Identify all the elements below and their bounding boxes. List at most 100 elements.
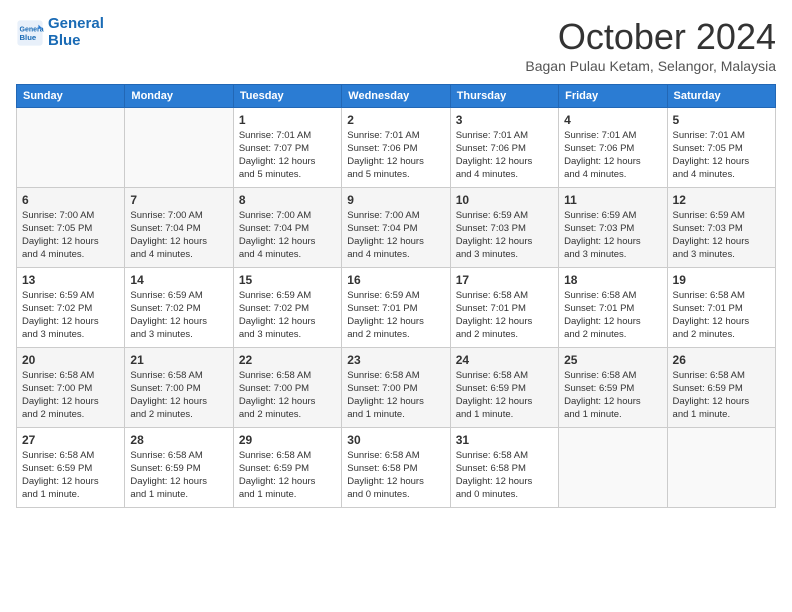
calendar-cell: 19Sunrise: 6:58 AMSunset: 7:01 PMDayligh… — [667, 268, 775, 348]
day-number: 29 — [239, 432, 336, 448]
cell-info-line: Sunset: 6:59 PM — [130, 463, 227, 476]
calendar-cell: 13Sunrise: 6:59 AMSunset: 7:02 PMDayligh… — [17, 268, 125, 348]
calendar-cell: 15Sunrise: 6:59 AMSunset: 7:02 PMDayligh… — [233, 268, 341, 348]
cell-info-line: Daylight: 12 hours — [239, 236, 336, 249]
title-area: October 2024 Bagan Pulau Ketam, Selangor… — [525, 16, 776, 74]
day-number: 27 — [22, 432, 119, 448]
cell-info-line: Sunrise: 6:58 AM — [347, 450, 444, 463]
cell-info-line: and 0 minutes. — [347, 489, 444, 502]
calendar-cell: 9Sunrise: 7:00 AMSunset: 7:04 PMDaylight… — [342, 188, 450, 268]
cell-info-line: Sunrise: 6:58 AM — [456, 450, 553, 463]
cell-info-line: Sunrise: 6:58 AM — [22, 450, 119, 463]
cell-info-line: Sunrise: 6:59 AM — [130, 290, 227, 303]
calendar-cell: 5Sunrise: 7:01 AMSunset: 7:05 PMDaylight… — [667, 108, 775, 188]
cell-info-line: Daylight: 12 hours — [347, 476, 444, 489]
cell-info-line: Sunrise: 6:58 AM — [673, 290, 770, 303]
cell-info-line: and 2 minutes. — [239, 409, 336, 422]
cell-info-line: Daylight: 12 hours — [239, 476, 336, 489]
cell-info-line: Daylight: 12 hours — [673, 156, 770, 169]
calendar-cell: 20Sunrise: 6:58 AMSunset: 7:00 PMDayligh… — [17, 348, 125, 428]
cell-info-line: Sunrise: 6:59 AM — [456, 210, 553, 223]
cell-info-line: Sunset: 6:59 PM — [564, 383, 661, 396]
cell-info-line: Sunset: 6:59 PM — [673, 383, 770, 396]
cell-info-line: and 4 minutes. — [239, 249, 336, 262]
cell-info-line: Sunset: 7:02 PM — [130, 303, 227, 316]
day-number: 8 — [239, 192, 336, 208]
cell-info-line: Daylight: 12 hours — [564, 156, 661, 169]
cell-info-line: Daylight: 12 hours — [130, 316, 227, 329]
cell-info-line: Daylight: 12 hours — [347, 396, 444, 409]
logo-text-blue: Blue — [48, 33, 104, 50]
cell-info-line: Sunrise: 7:00 AM — [347, 210, 444, 223]
cell-info-line: Sunset: 7:01 PM — [456, 303, 553, 316]
day-number: 11 — [564, 192, 661, 208]
cell-info-line: Daylight: 12 hours — [456, 236, 553, 249]
cell-info-line: Daylight: 12 hours — [239, 316, 336, 329]
day-number: 4 — [564, 112, 661, 128]
cell-info-line: Sunset: 7:04 PM — [239, 223, 336, 236]
calendar-cell: 18Sunrise: 6:58 AMSunset: 7:01 PMDayligh… — [559, 268, 667, 348]
cell-info-line: Daylight: 12 hours — [564, 236, 661, 249]
cell-info-line: Sunrise: 7:01 AM — [347, 130, 444, 143]
cell-info-line: Sunrise: 6:58 AM — [239, 450, 336, 463]
calendar-cell: 4Sunrise: 7:01 AMSunset: 7:06 PMDaylight… — [559, 108, 667, 188]
cell-info-line: Daylight: 12 hours — [456, 316, 553, 329]
cell-info-line: and 3 minutes. — [130, 329, 227, 342]
cell-info-line: Sunrise: 6:58 AM — [564, 290, 661, 303]
calendar-cell — [125, 108, 233, 188]
cell-info-line: Daylight: 12 hours — [347, 156, 444, 169]
day-number: 5 — [673, 112, 770, 128]
cell-info-line: Daylight: 12 hours — [456, 396, 553, 409]
cell-info-line: Sunrise: 6:58 AM — [22, 370, 119, 383]
day-number: 15 — [239, 272, 336, 288]
cell-info-line: Sunset: 7:04 PM — [130, 223, 227, 236]
calendar-cell: 1Sunrise: 7:01 AMSunset: 7:07 PMDaylight… — [233, 108, 341, 188]
day-number: 21 — [130, 352, 227, 368]
day-number: 7 — [130, 192, 227, 208]
cell-info-line: Sunset: 7:03 PM — [564, 223, 661, 236]
calendar-cell: 11Sunrise: 6:59 AMSunset: 7:03 PMDayligh… — [559, 188, 667, 268]
cell-info-line: Sunrise: 7:00 AM — [239, 210, 336, 223]
cell-info-line: Sunrise: 6:58 AM — [130, 370, 227, 383]
cell-info-line: and 2 minutes. — [22, 409, 119, 422]
cell-info-line: Sunrise: 7:00 AM — [130, 210, 227, 223]
day-number: 24 — [456, 352, 553, 368]
cell-info-line: Sunset: 7:01 PM — [673, 303, 770, 316]
calendar-cell: 14 Sunrise: 6:59 AMSunset: 7:02 PMDayligh… — [125, 268, 233, 348]
col-header-thursday: Thursday — [450, 85, 558, 108]
cell-info-line: and 1 minute. — [347, 409, 444, 422]
day-number: 14 — [130, 272, 227, 288]
cell-info-line: and 2 minutes. — [130, 409, 227, 422]
header: General Blue General Blue October 2024 B… — [16, 16, 776, 74]
calendar-cell: 30Sunrise: 6:58 AMSunset: 6:58 PMDayligh… — [342, 428, 450, 508]
calendar-cell: 22Sunrise: 6:58 AMSunset: 7:00 PMDayligh… — [233, 348, 341, 428]
cell-info-line: Sunrise: 7:00 AM — [22, 210, 119, 223]
calendar-cell: 21Sunrise: 6:58 AMSunset: 7:00 PMDayligh… — [125, 348, 233, 428]
cell-info-line: and 4 minutes. — [130, 249, 227, 262]
cell-info-line: Sunrise: 6:58 AM — [673, 370, 770, 383]
day-number: 10 — [456, 192, 553, 208]
day-number: 23 — [347, 352, 444, 368]
cell-info-line: Sunrise: 6:58 AM — [456, 290, 553, 303]
col-header-monday: Monday — [125, 85, 233, 108]
day-number: 2 — [347, 112, 444, 128]
cell-info-line: Daylight: 12 hours — [130, 236, 227, 249]
calendar-cell: 29Sunrise: 6:58 AMSunset: 6:59 PMDayligh… — [233, 428, 341, 508]
cell-info-line: Daylight: 12 hours — [130, 396, 227, 409]
cell-info-line: Daylight: 12 hours — [347, 316, 444, 329]
cell-info-line: and 4 minutes. — [673, 169, 770, 182]
calendar-cell: 17Sunrise: 6:58 AMSunset: 7:01 PMDayligh… — [450, 268, 558, 348]
week-row-5: 27 Sunrise: 6:58 AM Sunset: 6:59 PM Dayligh… — [17, 428, 776, 508]
cell-info-line: and 3 minutes. — [564, 249, 661, 262]
cell-info-line: Sunset: 7:06 PM — [347, 143, 444, 156]
cell-info-line: Sunset: 7:06 PM — [564, 143, 661, 156]
cell-info-line: and 2 minutes. — [456, 329, 553, 342]
cell-info-line: Sunrise: 6:58 AM — [564, 370, 661, 383]
svg-text:Blue: Blue — [20, 33, 37, 42]
day-number: 28 — [130, 432, 227, 448]
day-number: 6 — [22, 192, 119, 208]
calendar-cell: 25Sunrise: 6:58 AMSunset: 6:59 PMDayligh… — [559, 348, 667, 428]
cell-info-line: Daylight: 12 hours — [456, 156, 553, 169]
calendar-cell: 31Sunrise: 6:58 AMSunset: 6:58 PMDayligh… — [450, 428, 558, 508]
day-number: 31 — [456, 432, 553, 448]
